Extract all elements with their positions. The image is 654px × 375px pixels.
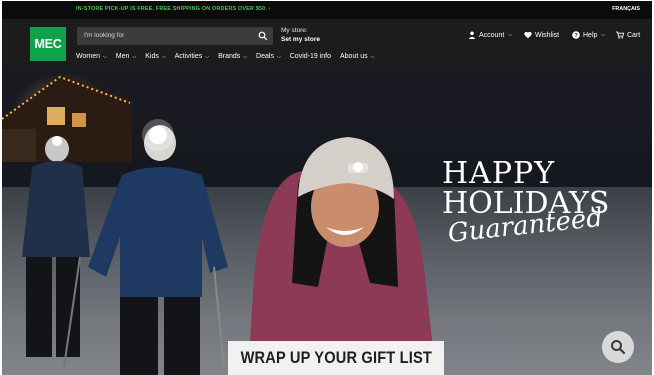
site-header: MEC I'm looking for My store: Set my sto… [2, 19, 652, 67]
account-label: Account [479, 31, 505, 39]
nav-label: Kids [145, 53, 159, 60]
nav-item-about-us[interactable]: About us ⌵ [340, 53, 374, 60]
nav-item-activities[interactable]: Activities ⌵ [175, 53, 209, 60]
chevron-down-icon: ⌵ [243, 53, 248, 60]
chevron-down-icon: ⌵ [601, 32, 606, 38]
search-bar[interactable]: I'm looking for [77, 27, 273, 45]
promo-message-link[interactable]: IN-STORE PICK-UP IS FREE. FREE SHIPPING … [76, 6, 271, 12]
nav-label: Activities [174, 53, 203, 60]
nav-label: Women [76, 53, 100, 60]
cart-label: Cart [627, 31, 641, 39]
search-icon[interactable] [258, 31, 268, 41]
heart-icon [524, 31, 532, 39]
headline-happy: HAPPY [442, 156, 556, 191]
nav-label: Brands [218, 53, 241, 60]
nav-label: Deals [256, 53, 274, 60]
nav-label: Men [115, 53, 130, 60]
chevron-down-icon: ⌵ [508, 32, 513, 38]
chevron-down-icon: ⌵ [103, 53, 107, 60]
chevron-down-icon: ⌵ [276, 53, 281, 60]
cart-icon [616, 31, 624, 39]
svg-text:?: ? [574, 33, 578, 39]
mec-logo[interactable]: MEC [30, 27, 66, 61]
main-nav: Women ⌵ Men ⌵ Kids ⌵ Activities ⌵ Brands ⌵ De… [76, 53, 383, 60]
help-label: Help [583, 31, 598, 39]
language-toggle[interactable]: FRANÇAIS [612, 6, 640, 12]
help-menu[interactable]: ? Help ⌵ [572, 31, 605, 39]
zoom-button[interactable] [602, 331, 634, 363]
chevron-down-icon: ⌵ [161, 53, 166, 60]
page: IN-STORE PICK-UP IS FREE. FREE SHIPPING … [2, 1, 652, 375]
nav-item-covid-info[interactable]: Covid-19 info [290, 53, 331, 60]
gift-list-banner[interactable]: WRAP UP YOUR GIFT LIST [228, 341, 444, 375]
wishlist-link[interactable]: Wishlist [524, 31, 559, 39]
chevron-down-icon: ⌵ [132, 53, 137, 60]
account-menu[interactable]: Account ⌵ [468, 31, 512, 39]
chevron-down-icon: ⌵ [205, 53, 210, 60]
search-input[interactable]: I'm looking for [84, 32, 124, 39]
set-store-link[interactable]: Set my store [281, 36, 320, 43]
magnifier-icon [611, 340, 626, 355]
nav-item-women[interactable]: Women ⌵ [76, 53, 107, 60]
nav-label: About us [340, 53, 368, 60]
person-icon [468, 31, 476, 39]
hero-banner[interactable]: HAPPY HOLIDAYS Guaranteed WRAP UP YOUR G… [2, 67, 652, 375]
store-label: My store: [281, 27, 308, 34]
wishlist-label: Wishlist [535, 31, 560, 39]
banner-label: WRAP UP YOUR GIFT LIST [240, 348, 432, 367]
store-selector[interactable]: My store: Set my store [281, 27, 320, 43]
chevron-down-icon: ⌵ [370, 53, 375, 60]
hero-headline: HAPPY HOLIDAYS Guaranteed [442, 159, 632, 249]
help-icon: ? [572, 31, 580, 39]
nav-item-kids[interactable]: Kids ⌵ [145, 53, 165, 60]
nav-item-men[interactable]: Men ⌵ [116, 53, 136, 60]
nav-label: Covid-19 info [289, 53, 331, 60]
nav-item-deals[interactable]: Deals ⌵ [256, 53, 281, 60]
nav-item-brands[interactable]: Brands ⌵ [218, 53, 247, 60]
promo-bar: IN-STORE PICK-UP IS FREE. FREE SHIPPING … [2, 1, 652, 19]
cart-link[interactable]: Cart [616, 31, 640, 39]
